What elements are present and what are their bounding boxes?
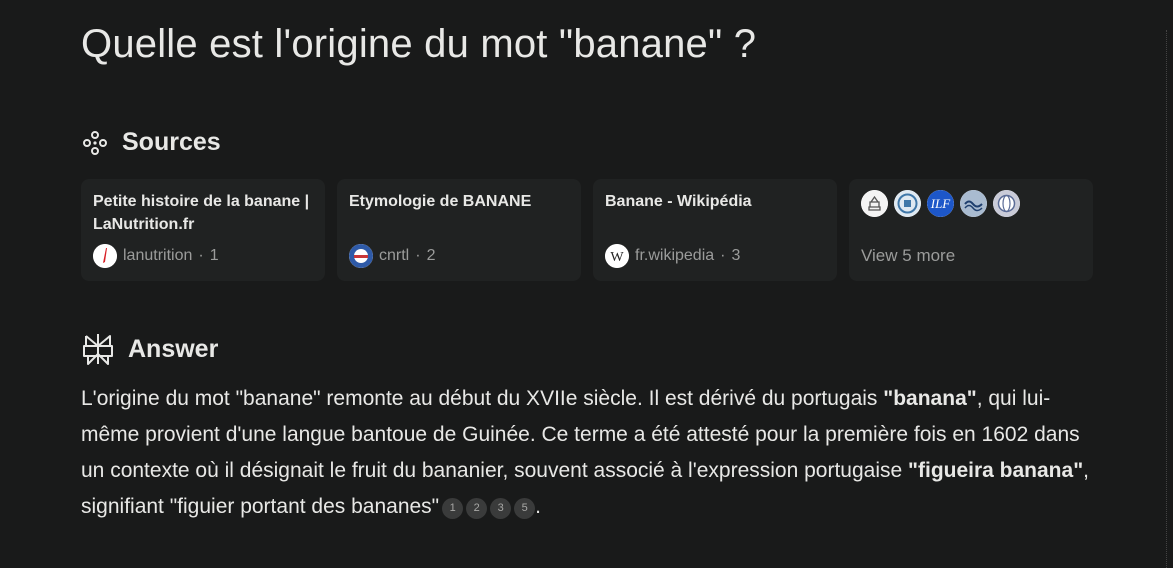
sources-header: Sources	[82, 128, 221, 157]
source-card-title: Etymologie de BANANE	[349, 193, 532, 210]
answer-heading: Answer	[128, 334, 219, 363]
source-site: lanutrition	[123, 247, 193, 264]
answer-end: .	[535, 495, 541, 518]
view-more-card[interactable]: ILF View 5 more	[849, 179, 1093, 281]
source-card-meta: W fr.wikipedia · 3	[605, 244, 740, 268]
source-sep: ·	[720, 247, 726, 264]
globe-favicon-icon	[993, 190, 1020, 217]
source-index: 2	[426, 247, 436, 264]
source-sep: ·	[198, 247, 204, 264]
source-card-cnrtl[interactable]: Etymologie de BANANE cnrtl · 2	[337, 179, 581, 281]
page-title: Quelle est l'origine du mot "banane" ?	[81, 22, 757, 66]
svg-text:ILF: ILF	[930, 196, 952, 211]
lanutrition-favicon-icon	[93, 244, 117, 268]
citation-5[interactable]: 5	[514, 497, 536, 519]
page: Quelle est l'origine du mot "banane" ? S…	[0, 0, 1173, 568]
source-cards: Petite histoire de la banane | LaNutriti…	[81, 179, 1093, 281]
source-site: cnrtl	[379, 247, 410, 264]
more-favicons: ILF	[861, 190, 1081, 217]
citation-1[interactable]: 1	[442, 497, 464, 519]
scrollbar[interactable]	[1166, 30, 1173, 568]
cnrtl-favicon-icon	[349, 244, 373, 268]
source-sep: ·	[415, 247, 421, 264]
source-index: 3	[731, 247, 741, 264]
blue-seal-favicon-icon	[894, 190, 921, 217]
answer-bold-1: "banana"	[883, 387, 977, 410]
source-card-title: Banane - Wikipédia	[605, 193, 752, 210]
building-favicon-icon	[861, 190, 888, 217]
citation-3[interactable]: 3	[490, 497, 512, 519]
source-card-meta: cnrtl · 2	[349, 244, 435, 268]
source-card-wikipedia[interactable]: Banane - Wikipédia W fr.wikipedia · 3	[593, 179, 837, 281]
perplexity-logo-icon	[82, 332, 114, 366]
answer-header: Answer	[82, 332, 218, 366]
source-card-lanutrition[interactable]: Petite histoire de la banane | LaNutriti…	[81, 179, 325, 281]
answer-part-1: L'origine du mot "banane" remonte au déb…	[81, 387, 878, 410]
source-index: 1	[209, 247, 219, 264]
sources-heading: Sources	[122, 128, 221, 156]
source-card-meta: lanutrition · 1	[93, 244, 219, 268]
source-site: fr.wikipedia	[635, 247, 715, 264]
source-card-title: Petite histoire de la banane | LaNutriti…	[93, 193, 310, 233]
wikipedia-favicon-icon: W	[605, 244, 629, 268]
ilf-favicon-icon: ILF	[927, 190, 954, 217]
svg-text:W: W	[610, 250, 624, 265]
answer-text: L'origine du mot "banane" remonte au déb…	[81, 381, 1101, 525]
view-more-label: View 5 more	[861, 246, 956, 265]
answer-bold-2: "figueira banana"	[908, 459, 1084, 482]
sources-icon	[82, 130, 108, 156]
waves-favicon-icon	[960, 190, 987, 217]
citation-2[interactable]: 2	[466, 497, 488, 519]
